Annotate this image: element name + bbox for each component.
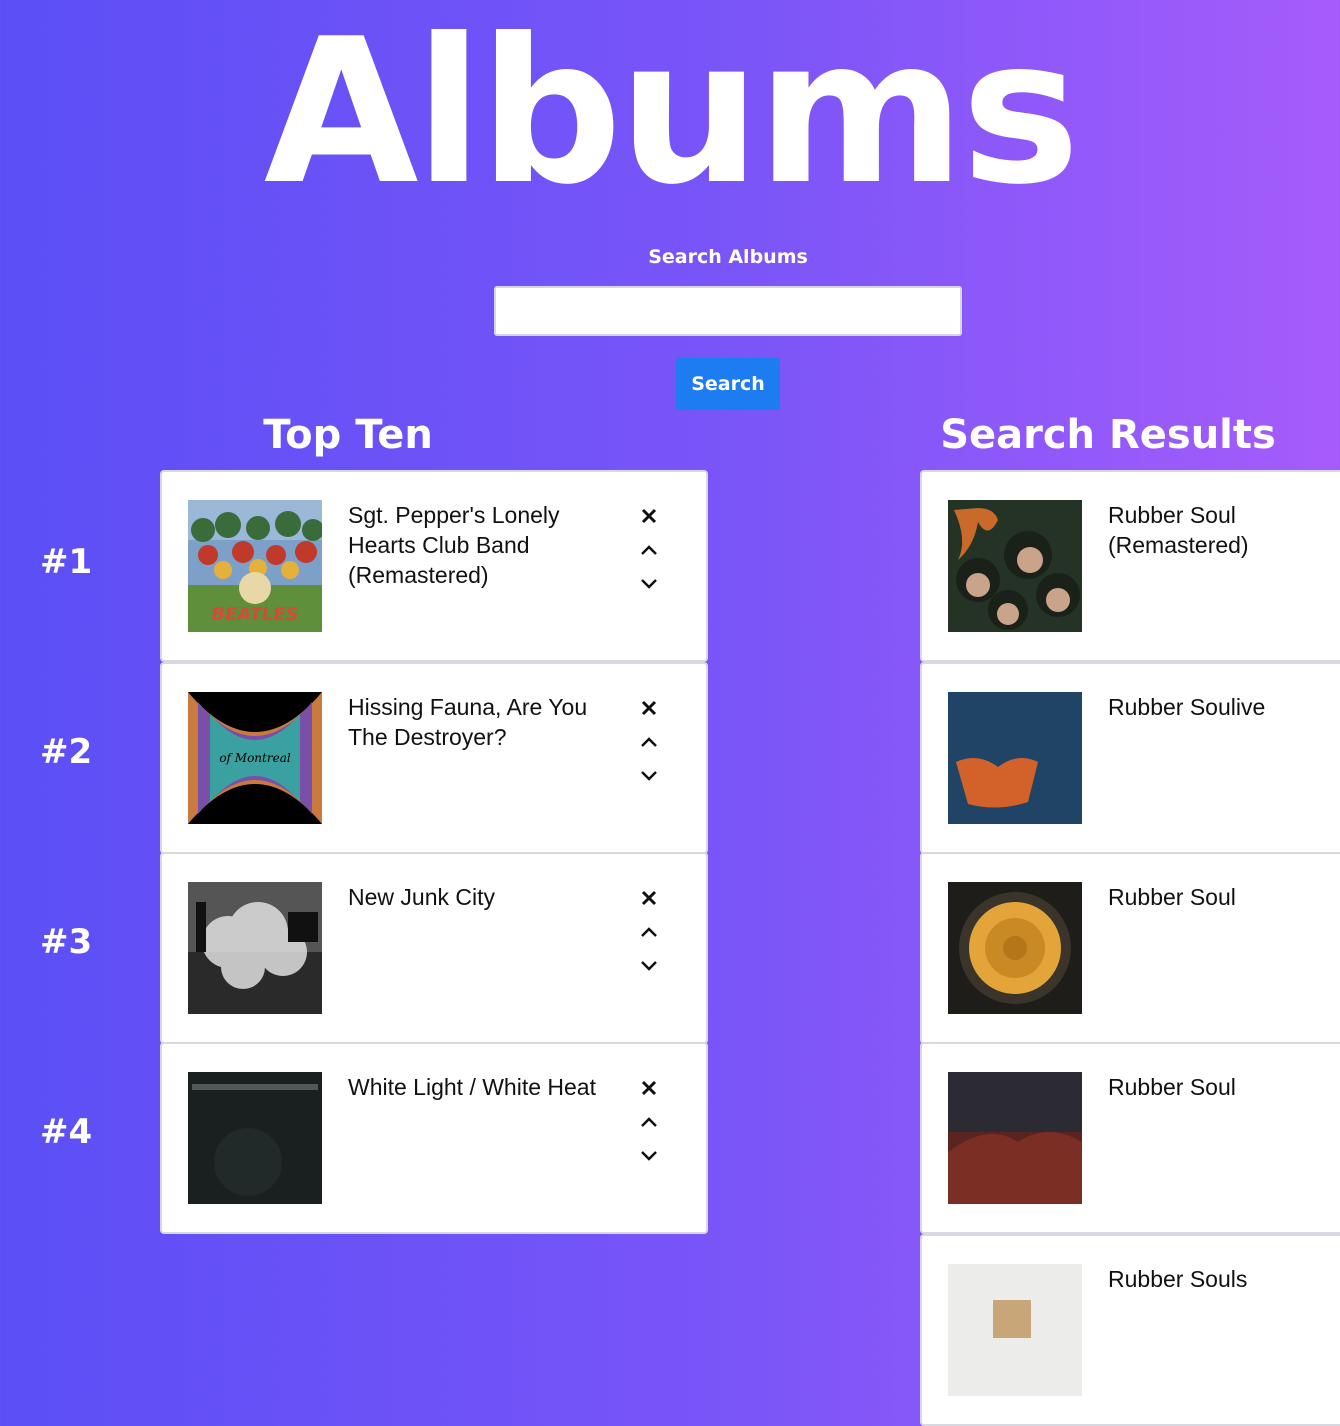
chevron-up-icon[interactable] xyxy=(634,536,664,564)
close-icon[interactable] xyxy=(634,884,664,912)
close-icon[interactable] xyxy=(634,694,664,722)
search-results-title: Search Results xyxy=(940,412,1276,458)
album-title: Rubber Soul xyxy=(1108,884,1236,910)
album-cover-sgt-pepper: BEATLES xyxy=(188,500,322,632)
album-title: White Light / White Heat xyxy=(348,1074,596,1100)
rank-label: #4 xyxy=(40,1112,93,1152)
chevron-down-icon[interactable] xyxy=(634,570,664,598)
album-cover-white-light xyxy=(188,1072,322,1204)
search-result-card[interactable]: Rubber Soul xyxy=(920,852,1340,1044)
album-cover-rubber-soulive xyxy=(948,692,1082,824)
search-input[interactable] xyxy=(494,286,962,336)
chevron-down-icon[interactable] xyxy=(634,1142,664,1170)
album-cover-rubber-soul-remastered xyxy=(948,500,1082,632)
album-title: Hissing Fauna, Are You The Destroyer? xyxy=(348,694,588,750)
svg-text:of Montreal: of Montreal xyxy=(219,751,291,765)
album-title: Rubber Soulive xyxy=(1108,694,1266,720)
top-ten-card: White Light / White Heat xyxy=(160,1042,708,1234)
page-title: Albums xyxy=(263,0,1080,229)
search-result-card[interactable]: Rubber Souls xyxy=(920,1234,1340,1426)
search-result-card[interactable]: Rubber Soul (Remastered) xyxy=(920,470,1340,662)
search-label: Search Albums xyxy=(648,246,808,268)
album-title: New Junk City xyxy=(348,884,495,910)
search-result-card[interactable]: Rubber Soulive xyxy=(920,662,1340,854)
search-button[interactable]: Search xyxy=(676,358,780,410)
chevron-up-icon[interactable] xyxy=(634,1108,664,1136)
album-title: Sgt. Pepper's Lonely Hearts Club Band (R… xyxy=(348,502,560,588)
album-title: Rubber Soul xyxy=(1108,1074,1236,1100)
search-result-card[interactable]: Rubber Soul xyxy=(920,1042,1340,1234)
album-title: Rubber Souls xyxy=(1108,1266,1248,1292)
rank-label: #1 xyxy=(40,542,93,582)
chevron-down-icon[interactable] xyxy=(634,952,664,980)
top-ten-card: of Montreal Hissing Fauna, Are You The D… xyxy=(160,662,708,854)
album-cover-hissing-fauna: of Montreal xyxy=(188,692,322,824)
rank-label: #2 xyxy=(40,732,93,772)
album-cover-rubber-soul-red xyxy=(948,1072,1082,1204)
svg-text:BEATLES: BEATLES xyxy=(211,604,298,625)
chevron-up-icon[interactable] xyxy=(634,728,664,756)
chevron-up-icon[interactable] xyxy=(634,918,664,946)
album-title: Rubber Soul (Remastered) xyxy=(1108,502,1249,558)
close-icon[interactable] xyxy=(634,1074,664,1102)
close-icon[interactable] xyxy=(634,502,664,530)
chevron-down-icon[interactable] xyxy=(634,762,664,790)
rank-label: #3 xyxy=(40,922,93,962)
top-ten-card: BEATLES Sgt. Pepper's Lonely Hearts Club… xyxy=(160,470,708,662)
album-cover-rubber-soul-wheel xyxy=(948,882,1082,1014)
top-ten-title: Top Ten xyxy=(263,412,433,458)
top-ten-card: New Junk City xyxy=(160,852,708,1044)
album-cover-rubber-souls xyxy=(948,1264,1082,1396)
album-cover-new-junk-city xyxy=(188,882,322,1014)
